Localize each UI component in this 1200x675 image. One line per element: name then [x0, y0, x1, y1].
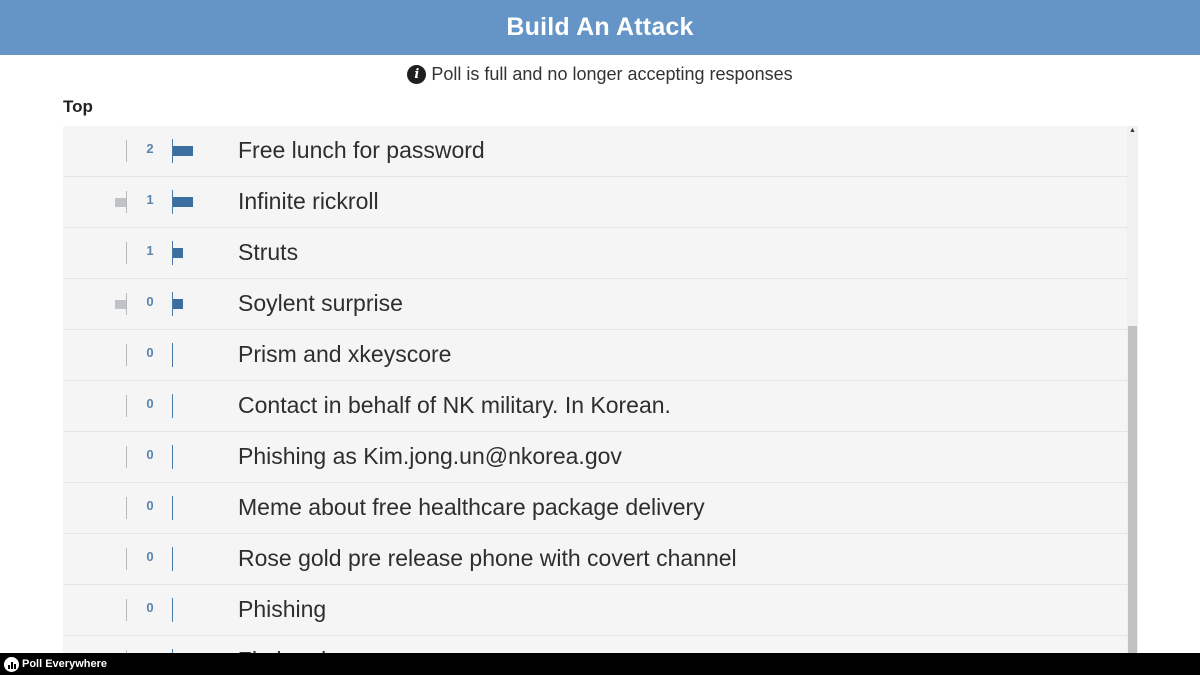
response-text: Soylent surprise	[238, 290, 403, 316]
vote-bar	[173, 299, 183, 309]
response-text: Prism and xkeyscore	[238, 341, 452, 367]
response-row: 2 Free lunch for password	[63, 126, 1127, 177]
vote-count: 0	[146, 600, 154, 615]
vote-count: 1	[146, 192, 154, 207]
response-text: Struts	[238, 239, 299, 265]
vote-divider	[126, 140, 127, 162]
poll-everywhere-logo-icon	[4, 656, 19, 672]
responses-list-inner: 2 Free lunch for password 1 Infinite rickro…	[63, 126, 1127, 653]
downvote-button[interactable]	[115, 249, 126, 258]
downvote-button[interactable]	[115, 453, 126, 462]
vote-divider	[126, 497, 127, 519]
downvote-button[interactable]	[115, 198, 126, 207]
response-row: 0 Rose gold pre release phone with covert…	[63, 534, 1127, 585]
upvote-button[interactable]	[172, 241, 202, 265]
downvote-button[interactable]	[115, 147, 126, 156]
vote-count: 0	[146, 345, 154, 360]
poll-title: Build An Attack	[506, 13, 694, 41]
response-text: Infinite rickroll	[238, 188, 379, 214]
vote-count: 0	[146, 447, 154, 462]
response-row: 0Zip bombs	[63, 636, 1127, 653]
upvote-button[interactable]	[172, 496, 202, 520]
upvote-button[interactable]	[172, 292, 202, 316]
vote-bar	[173, 146, 193, 156]
vote-divider	[126, 344, 127, 366]
downvote-button[interactable]	[115, 504, 126, 513]
response-text: Phishing	[238, 596, 327, 622]
response-row: 1 Infinite rickroll	[63, 177, 1127, 228]
response-row: 0 Contact in behalf of NK military. In Ko…	[63, 381, 1127, 432]
response-row: 1 Struts	[63, 228, 1127, 279]
vote-bar	[173, 248, 183, 258]
vote-axis	[172, 496, 173, 520]
vote-count: 1	[146, 243, 154, 258]
vote-count: 2	[146, 141, 154, 156]
vote-count: 0	[146, 294, 154, 309]
vote-axis	[172, 598, 173, 622]
vote-divider	[126, 191, 127, 213]
poll-status-message: Poll is full and no longer accepting res…	[431, 63, 793, 84]
vote-divider	[126, 548, 127, 570]
downvote-button[interactable]	[115, 402, 126, 411]
upvote-button[interactable]	[172, 139, 202, 163]
downvote-button[interactable]	[115, 351, 126, 360]
vote-divider	[126, 446, 127, 468]
response-row: 0 Soylent surprise	[63, 279, 1127, 330]
downvote-button[interactable]	[115, 555, 126, 564]
vote-axis	[172, 394, 173, 418]
upvote-button[interactable]	[172, 343, 202, 367]
response-text: Contact in behalf of NK military. In Kor…	[238, 392, 671, 418]
response-row: 0 Phishing	[63, 585, 1127, 636]
response-text: Free lunch for password	[238, 137, 485, 163]
vote-axis	[172, 547, 173, 571]
response-text: Phishing as Kim.jong.un@nkorea.gov	[238, 443, 622, 469]
response-text: Meme about free healthcare package deliv…	[238, 494, 705, 520]
response-row: 0 Prism and xkeyscore	[63, 330, 1127, 381]
vote-divider	[126, 242, 127, 264]
vote-count: 0	[146, 498, 154, 513]
footer-bar: Poll Everywhere	[0, 653, 1200, 675]
responses-list: 2 Free lunch for password 1 Infinite rickro…	[63, 126, 1138, 653]
vote-count: 0	[146, 396, 154, 411]
vote-divider	[126, 293, 127, 315]
scroll-up-icon[interactable]: ▲	[1127, 126, 1138, 136]
response-row: 0 Meme about free healthcare package deli…	[63, 483, 1127, 534]
downvote-button[interactable]	[115, 606, 126, 615]
scrollbar[interactable]: ▲	[1127, 126, 1138, 653]
brand-name: Poll Everywhere	[22, 658, 107, 670]
upvote-button[interactable]	[172, 190, 202, 214]
upvote-button[interactable]	[172, 598, 202, 622]
vote-axis	[172, 445, 173, 469]
vote-count: 0	[146, 549, 154, 564]
vote-divider	[126, 599, 127, 621]
upvote-button[interactable]	[172, 445, 202, 469]
info-icon: i	[407, 64, 427, 84]
response-text: Rose gold pre release phone with covert …	[238, 545, 737, 571]
scroll-thumb[interactable]	[1128, 326, 1137, 653]
vote-bar	[173, 197, 193, 207]
upvote-button[interactable]	[172, 394, 202, 418]
downvote-button[interactable]	[115, 300, 126, 309]
vote-axis	[172, 343, 173, 367]
response-row: 0 Phishing as Kim.jong.un@nkorea.gov	[63, 432, 1127, 483]
upvote-button[interactable]	[172, 547, 202, 571]
vote-divider	[126, 395, 127, 417]
sort-label: Top	[63, 97, 93, 116]
header-bar: Build An Attack	[0, 0, 1200, 55]
poll-status: i Poll is full and no longer accepting r…	[0, 62, 1200, 86]
